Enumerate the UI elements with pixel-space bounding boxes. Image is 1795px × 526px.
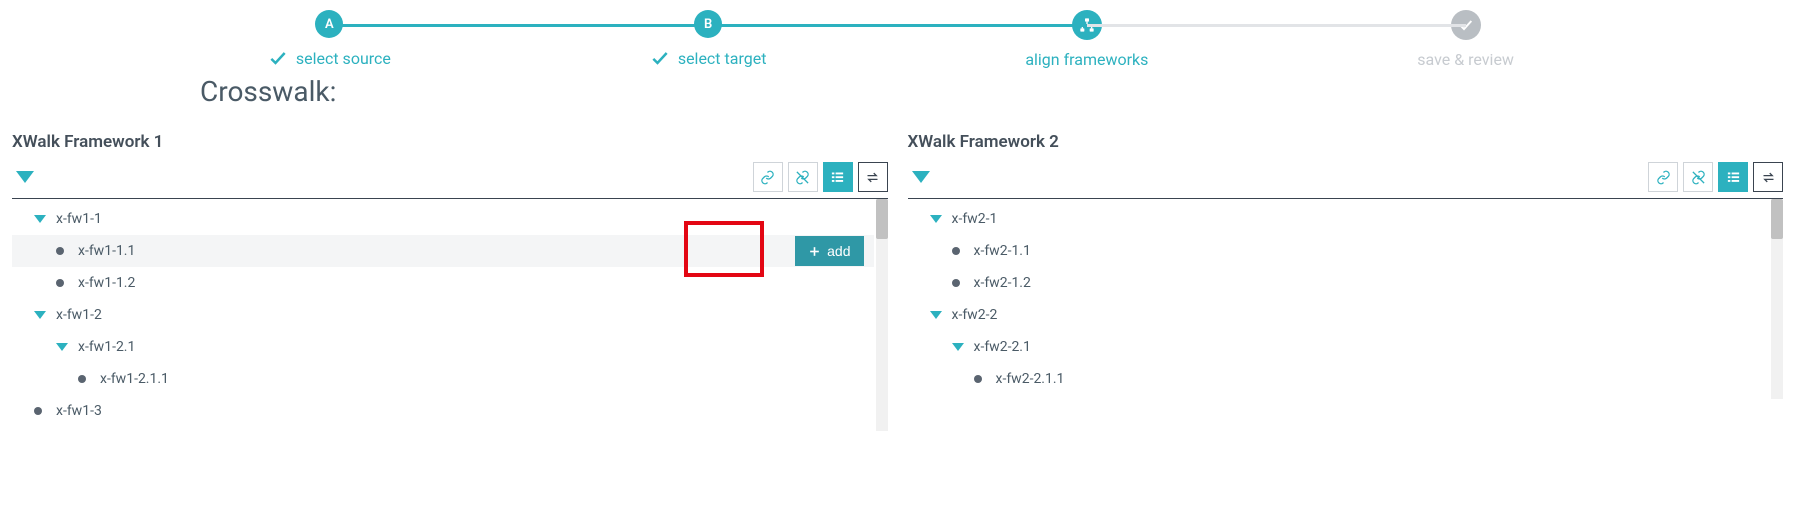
tree-row[interactable]: x-fw1-1.1 add <box>12 235 874 267</box>
tree-row[interactable]: x-fw2-2 <box>908 299 1770 331</box>
step-connector <box>708 24 1087 27</box>
tree-label: x-fw2-2 <box>952 307 998 323</box>
chevron-down-icon[interactable] <box>930 311 942 319</box>
tree-label: x-fw2-1 <box>952 211 998 227</box>
bullet-icon <box>56 279 64 287</box>
tree-container: x-fw2-1 x-fw2-1.1 x-fw2-1.2 x-fw2-2 x-fw… <box>908 199 1784 399</box>
tree-label: x-fw2-2.1 <box>974 339 1031 355</box>
list-view-button[interactable] <box>1718 162 1748 192</box>
step-badge-a: A <box>315 10 343 38</box>
panel-toolbar <box>12 162 888 199</box>
chevron-down-icon[interactable] <box>56 343 68 351</box>
tree-label: x-fw1-2 <box>56 307 102 323</box>
bullet-icon <box>974 375 982 383</box>
tree-label: x-fw2-1.2 <box>974 275 1031 291</box>
step-connector <box>1087 24 1466 27</box>
stepper: A select source B select target align fr… <box>0 0 1795 69</box>
check-icon <box>268 48 288 68</box>
tree-label: x-fw1-1 <box>56 211 102 227</box>
page-title: Crosswalk: <box>0 69 1795 128</box>
scrollbar-track[interactable] <box>1771 199 1783 399</box>
link-button[interactable] <box>1648 162 1678 192</box>
tree-container: x-fw1-1 x-fw1-1.1 add x-fw1-1.2 <box>12 199 888 431</box>
tree-row[interactable]: x-fw1-2 <box>12 299 874 331</box>
unlink-button[interactable] <box>788 162 818 192</box>
step-select-source[interactable]: A select source <box>140 10 519 68</box>
tree-label: x-fw1-1.1 <box>78 243 135 259</box>
tree-label: x-fw1-2.1 <box>78 339 135 355</box>
scrollbar-thumb[interactable] <box>876 199 888 239</box>
tree-label: x-fw1-3 <box>56 403 102 419</box>
tree-row[interactable]: x-fw2-1.2 <box>908 267 1770 299</box>
tree-label: x-fw1-2.1.1 <box>100 371 169 387</box>
bullet-icon <box>952 279 960 287</box>
tree-row[interactable]: x-fw1-1.2 <box>12 267 874 299</box>
tree: x-fw2-1 x-fw2-1.1 x-fw2-1.2 x-fw2-2 x-fw… <box>908 199 1784 399</box>
swap-button[interactable] <box>1753 162 1783 192</box>
step-badge-b: B <box>694 10 722 38</box>
tree-row[interactable]: x-fw2-1 <box>908 203 1770 235</box>
step-select-target[interactable]: B select target <box>519 10 898 68</box>
panels: XWalk Framework 1 <box>0 128 1795 431</box>
panel-framework-2: XWalk Framework 2 <box>908 128 1784 431</box>
check-icon <box>650 48 670 68</box>
bullet-icon <box>56 247 64 255</box>
tree-row[interactable]: x-fw1-3 <box>12 395 874 427</box>
step-label: align frameworks <box>1025 50 1148 69</box>
bullet-icon <box>952 247 960 255</box>
tree-row[interactable]: x-fw1-1 <box>12 203 874 235</box>
step-label: select source <box>296 49 391 68</box>
panel-toolbar <box>908 162 1784 199</box>
step-label: save & review <box>1417 50 1514 69</box>
chevron-down-icon[interactable] <box>930 215 942 223</box>
chevron-down-icon[interactable] <box>34 215 46 223</box>
step-label: select target <box>678 49 767 68</box>
bullet-icon <box>34 407 42 415</box>
tree-row[interactable]: x-fw1-2.1 <box>12 331 874 363</box>
tree: x-fw1-1 x-fw1-1.1 add x-fw1-1.2 <box>12 199 888 431</box>
scrollbar-track[interactable] <box>876 199 888 431</box>
collapse-all-toggle[interactable] <box>908 167 934 187</box>
step-connector <box>329 24 708 27</box>
panel-framework-1: XWalk Framework 1 <box>12 128 888 431</box>
unlink-button[interactable] <box>1683 162 1713 192</box>
list-view-button[interactable] <box>823 162 853 192</box>
link-button[interactable] <box>753 162 783 192</box>
chevron-down-icon[interactable] <box>952 343 964 351</box>
tree-row[interactable]: x-fw2-2.1.1 <box>908 363 1770 395</box>
bullet-icon <box>78 375 86 383</box>
tree-row[interactable]: x-fw2-1.1 <box>908 235 1770 267</box>
scrollbar-thumb[interactable] <box>1771 199 1783 239</box>
add-button[interactable]: add <box>795 236 863 266</box>
collapse-all-toggle[interactable] <box>12 167 38 187</box>
tree-row[interactable]: x-fw1-2.1.1 <box>12 363 874 395</box>
chevron-down-icon[interactable] <box>34 311 46 319</box>
tree-label: x-fw1-1.2 <box>78 275 135 291</box>
panel-header: XWalk Framework 1 <box>12 128 888 162</box>
step-save-review: save & review <box>1276 10 1655 69</box>
add-button-label: add <box>827 243 850 259</box>
swap-button[interactable] <box>858 162 888 192</box>
step-align-frameworks[interactable]: align frameworks <box>898 10 1277 69</box>
panel-header: XWalk Framework 2 <box>908 128 1784 162</box>
tree-row[interactable]: x-fw2-2.1 <box>908 331 1770 363</box>
tree-label: x-fw2-2.1.1 <box>996 371 1065 387</box>
tree-label: x-fw2-1.1 <box>974 243 1031 259</box>
